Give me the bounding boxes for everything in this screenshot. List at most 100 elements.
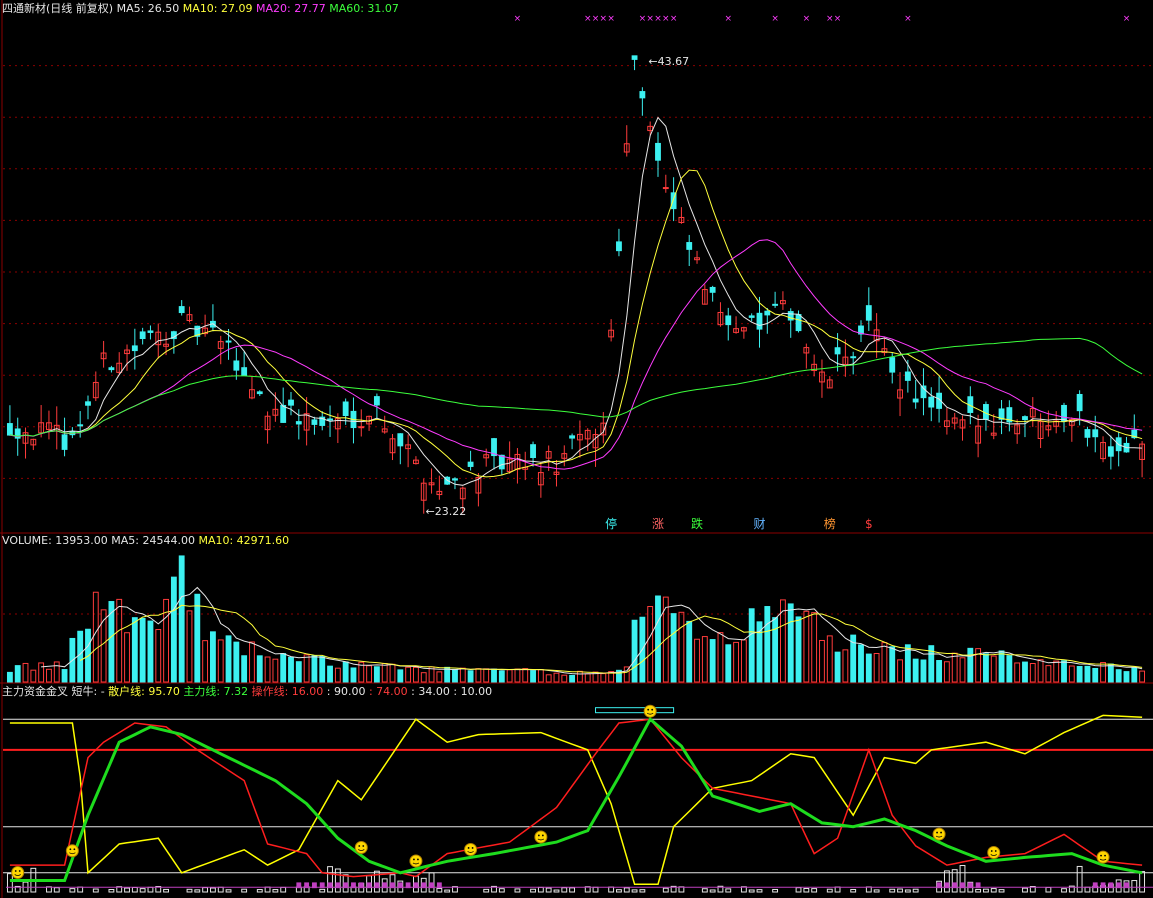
volume-bar: [764, 606, 771, 683]
volume-bar: [709, 639, 716, 683]
volume-bars: [6, 555, 1146, 683]
volume-bar: [787, 603, 794, 683]
volume-bar: [920, 659, 927, 683]
volume-bar: [397, 669, 404, 683]
candle-body: [178, 306, 185, 314]
indicator-bar: [811, 888, 818, 893]
candle-body: [61, 434, 68, 450]
signal-x-marker: ×: [600, 14, 608, 24]
indicator-bar: [998, 889, 1005, 893]
indicator-bar: [272, 889, 279, 893]
volume-bar: [701, 636, 708, 683]
indicator-bar: [327, 866, 333, 893]
volume-bar: [733, 641, 739, 683]
smiley-icon: [354, 841, 368, 855]
smiley-face: [932, 827, 946, 841]
indicator-bar: [623, 887, 630, 893]
signal-x-marker: ×: [654, 14, 662, 24]
volume-bar: [811, 612, 818, 683]
signal-x-marker: ×: [834, 14, 842, 24]
indicator-bar: [865, 886, 872, 893]
volume-bar: [537, 669, 544, 683]
smiley-eye: [73, 848, 76, 851]
legend-item: MA60: 31.07: [329, 2, 399, 15]
candle-body: [904, 371, 911, 381]
volume-bar: [6, 671, 13, 683]
volume-bar: [772, 617, 779, 683]
indicator-bar: [639, 889, 646, 893]
kline-chart[interactable]: × × × × × × × × × × × × × × × × ×←43.67←23.22停涨跌财榜 $四通新材(…: [0, 0, 1153, 898]
indicator-bar: [264, 886, 271, 893]
top-signal-box: [595, 707, 675, 714]
legend-item: : 34.00: [408, 685, 450, 698]
candle-body: [467, 461, 474, 467]
volume-bar: [155, 629, 162, 683]
volume-bar: [694, 638, 700, 683]
indicator-bar: [897, 888, 903, 893]
candle-body: [373, 396, 380, 406]
event-marker: 跌: [691, 516, 703, 531]
volume-bar: [498, 670, 505, 683]
indicator-bar: [772, 888, 779, 893]
signal-x-marker: ×: [670, 14, 678, 24]
indicator-bar: [725, 888, 732, 893]
volume-bar: [1068, 665, 1075, 683]
smiley-face: [354, 841, 368, 855]
volume-bar: [943, 661, 950, 683]
volume-bar: [959, 657, 966, 683]
volume-bar: [116, 598, 123, 683]
smiley-eye: [18, 870, 21, 872]
smiley-face: [11, 865, 25, 879]
chart-title: 四通新材(日线 前复权) MA5: 26.50 MA10: 27.09 MA20…: [2, 1, 399, 15]
volume-bar: [1022, 661, 1028, 683]
smiley-eye: [413, 858, 415, 861]
smiley-face: [643, 704, 657, 718]
candle-body: [725, 315, 732, 326]
candle-body: [569, 435, 576, 439]
volume-bar: [178, 555, 185, 683]
smiley-icon: [932, 827, 946, 841]
signal-x-marker: ×: [584, 14, 592, 24]
volume-bar: [264, 656, 271, 683]
candle-body: [256, 391, 263, 395]
legend-item: 操作线: 16.00: [248, 684, 323, 698]
volume-bar: [647, 606, 654, 683]
indicator-bar: [163, 888, 169, 893]
volume-bar: [459, 667, 466, 683]
low-price-label: ←23.22: [426, 505, 467, 518]
volume-bar: [834, 651, 841, 683]
candle-body: [764, 310, 771, 316]
candle-body: [108, 367, 115, 371]
candle-body: [85, 401, 91, 406]
candle-body: [311, 419, 318, 425]
smiley-eye: [994, 850, 997, 852]
candle-body: [756, 312, 763, 330]
indicator-bar: [1061, 888, 1067, 893]
event-marker: 停: [605, 516, 617, 531]
volume-bar: [881, 642, 888, 683]
volume-bar: [139, 617, 146, 683]
volume-bar: [373, 666, 380, 683]
legend: 主力资金金叉 短牛: - 散户线: 95.70 主力线: 7.32 操作线: 1…: [2, 684, 492, 698]
ma60-line: [9, 337, 1143, 437]
indicator-bar: [319, 888, 326, 893]
signal-x-marker: ×: [771, 14, 779, 24]
indicator-bar: [92, 888, 99, 893]
volume-bar: [506, 669, 513, 683]
candle-body: [850, 356, 857, 359]
indicator-bar: [108, 888, 115, 893]
volume-bar: [951, 652, 958, 683]
retail-line: [9, 714, 1143, 886]
candles: [6, 55, 1146, 514]
indicator-bar: [608, 886, 615, 893]
signal-x-marker: ×: [592, 14, 600, 24]
volume-bar: [256, 655, 263, 683]
legend-item: 主力线: 7.32: [180, 684, 248, 698]
indicator-bar: [217, 886, 224, 893]
volume-bar: [522, 668, 529, 683]
candle-body: [912, 398, 919, 403]
candle-body: [889, 357, 896, 373]
volume-bar: [865, 653, 872, 683]
legend-item: 主力资金金叉: [2, 684, 68, 698]
volume-bar: [819, 639, 825, 683]
